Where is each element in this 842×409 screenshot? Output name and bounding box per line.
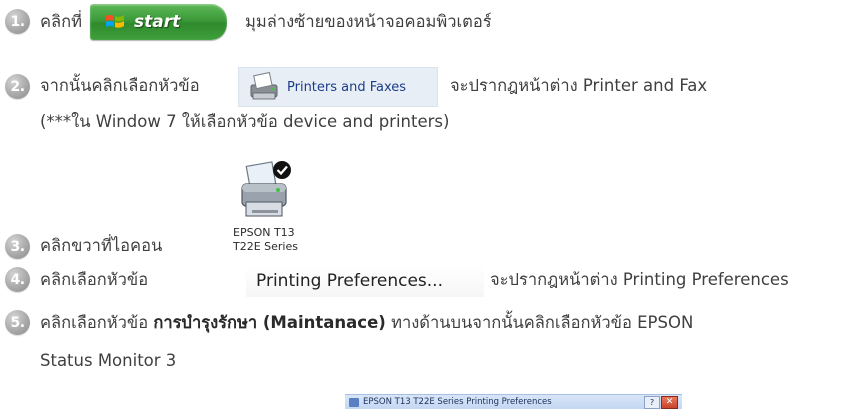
printer-label-line1: EPSON T13 <box>233 226 295 239</box>
step-number-5: 5. <box>5 310 30 335</box>
maintenance-tab-name: การบำรุงรักษา (Maintanace) <box>153 313 386 332</box>
start-button[interactable]: start <box>90 4 227 40</box>
printer-fax-icon <box>250 71 278 100</box>
start-button-label: start <box>134 12 181 32</box>
step-1-text-after: มุมล่างซ้ายของหน้าจอคอมพิวเตอร์ <box>245 12 492 31</box>
step-5-line1: คลิกเลือกหัวข้อ การบำรุงรักษา (Maintanac… <box>40 312 693 334</box>
step-4-text-after: จะปรากฎหน้าต่าง Printing Preferences <box>490 270 789 289</box>
step-5-text-after: ทางด้านบนจากนั้นคลิกเลือกหัวข้อ EPSON <box>391 313 694 332</box>
printer-small-icon <box>349 397 359 407</box>
printers-faxes-menu-item[interactable]: Printers and Faxes <box>238 67 438 107</box>
dialog-title: EPSON T13 T22E Series Printing Preferenc… <box>363 397 552 407</box>
step-1-text-before: คลิกที่ <box>40 12 83 31</box>
step-number-1: 1. <box>5 9 30 34</box>
printer-default-icon[interactable] <box>238 160 294 224</box>
help-button[interactable]: ? <box>644 396 660 409</box>
step-2-text-after: จะปรากฎหน้าต่าง Printer and Fax <box>450 76 708 95</box>
printers-faxes-label: Printers and Faxes <box>287 79 407 95</box>
step-3-text: คลิกขวาที่ไอคอน <box>40 236 163 255</box>
printing-preferences-dialog-titlebar[interactable]: EPSON T13 T22E Series Printing Preferenc… <box>345 394 682 409</box>
step-2-text-before: จากนั้นคลิกเลือกหัวข้อ <box>40 76 200 95</box>
step-5-text-before: คลิกเลือกหัวข้อ <box>40 313 149 332</box>
printer-icon-label: EPSON T13 T22E Series <box>233 226 298 254</box>
step-number-4: 4. <box>5 267 30 292</box>
windows-flag-icon <box>106 15 124 28</box>
printer-label-line2: T22E Series <box>233 240 298 253</box>
step-4-text-before: คลิกเลือกหัวข้อ <box>40 270 149 289</box>
step-2-line2: (***ใน Window 7 ให้เลือกหัวข้อ device an… <box>40 112 450 131</box>
printing-preferences-label: Printing Preferences... <box>256 271 443 291</box>
step-number-3: 3. <box>5 234 30 259</box>
close-button[interactable]: ✕ <box>661 396 678 409</box>
step-number-2: 2. <box>5 74 30 99</box>
printing-preferences-menu-item[interactable]: Printing Preferences... <box>246 265 484 297</box>
step-5-line2: Status Monitor 3 <box>40 351 177 370</box>
